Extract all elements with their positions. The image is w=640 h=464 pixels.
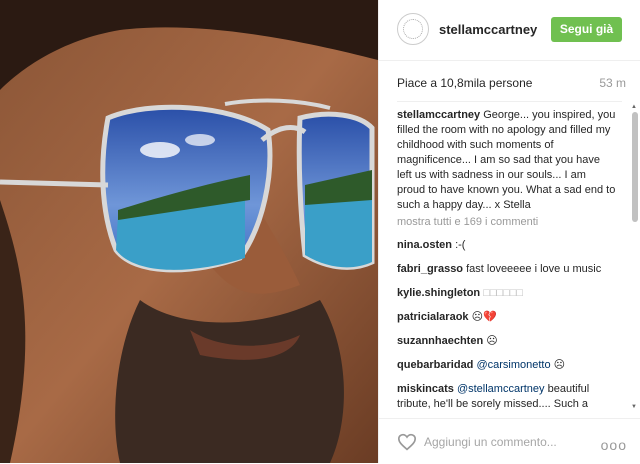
comment: nina.osten :-(	[397, 238, 617, 253]
comment-text: ☹	[486, 335, 498, 347]
show-all-comments-link[interactable]: mostra tutti e 169 i commenti	[397, 215, 617, 230]
heart-icon[interactable]	[397, 433, 417, 451]
comment: patricialaraok ☹💔	[397, 310, 617, 325]
comment-username[interactable]: quebarbaridad	[397, 359, 473, 371]
post-side-panel: stellamccartney Segui già Piace a 10,8mi…	[378, 0, 640, 463]
comment-text: □□□□□□	[483, 287, 524, 299]
add-comment-input[interactable]: Aggiungi un commento...	[424, 435, 557, 449]
comment: miskincats @stellamccartney beautiful tr…	[397, 382, 617, 413]
comment-username[interactable]: suzannhaechten	[397, 335, 483, 347]
comment-text: :-(	[455, 239, 466, 251]
post-photo[interactable]	[0, 0, 378, 463]
comment: quebarbaridad @carsimonetto ☹	[397, 358, 617, 373]
comment: fabri_grasso fast loveeeee i love u musi…	[397, 262, 617, 277]
scrollbar-thumb[interactable]	[632, 112, 638, 222]
caption: stellamccartney George... you inspired, …	[397, 108, 617, 213]
avatar[interactable]	[397, 13, 429, 45]
comment: suzannhaechten ☹	[397, 334, 617, 349]
comment-username[interactable]: patricialaraok	[397, 311, 469, 323]
comments-list[interactable]: stellamccartney George... you inspired, …	[397, 108, 617, 413]
more-options-icon[interactable]: ooo	[601, 437, 627, 453]
likes-count[interactable]: Piace a 10,8mila persone	[397, 76, 532, 90]
comment-text: ☹💔	[471, 311, 497, 323]
comment-username[interactable]: miskincats	[397, 383, 454, 395]
comment-username[interactable]: nina.osten	[397, 239, 452, 251]
divider	[397, 101, 622, 102]
comment-footer: Aggiungi un commento... ooo	[379, 418, 640, 464]
comment-username[interactable]: kylie.shingleton	[397, 287, 480, 299]
comment-username[interactable]: fabri_grasso	[397, 263, 463, 275]
comment-text: fast loveeeee i love u music	[466, 263, 602, 275]
comment: kylie.shingleton □□□□□□	[397, 286, 617, 301]
follow-button[interactable]: Segui già	[551, 17, 622, 42]
comment-mention[interactable]: @carsimonetto	[476, 359, 550, 371]
comment-text: ☹	[553, 359, 566, 371]
portrait-image	[0, 0, 378, 463]
comment-mention[interactable]: @stellamccartney	[457, 383, 545, 395]
post-author-username[interactable]: stellamccartney	[439, 22, 537, 37]
caption-username[interactable]: stellamccartney	[397, 109, 480, 121]
post-age[interactable]: 53 m	[599, 76, 626, 90]
caption-text: George... you inspired, you filled the r…	[397, 109, 616, 211]
scroll-up-arrow-icon[interactable]: ▲	[631, 104, 637, 110]
comments-scrollbar[interactable]	[632, 112, 638, 412]
post-header: stellamccartney Segui già	[379, 0, 640, 61]
scroll-down-arrow-icon[interactable]: ▼	[631, 404, 637, 410]
